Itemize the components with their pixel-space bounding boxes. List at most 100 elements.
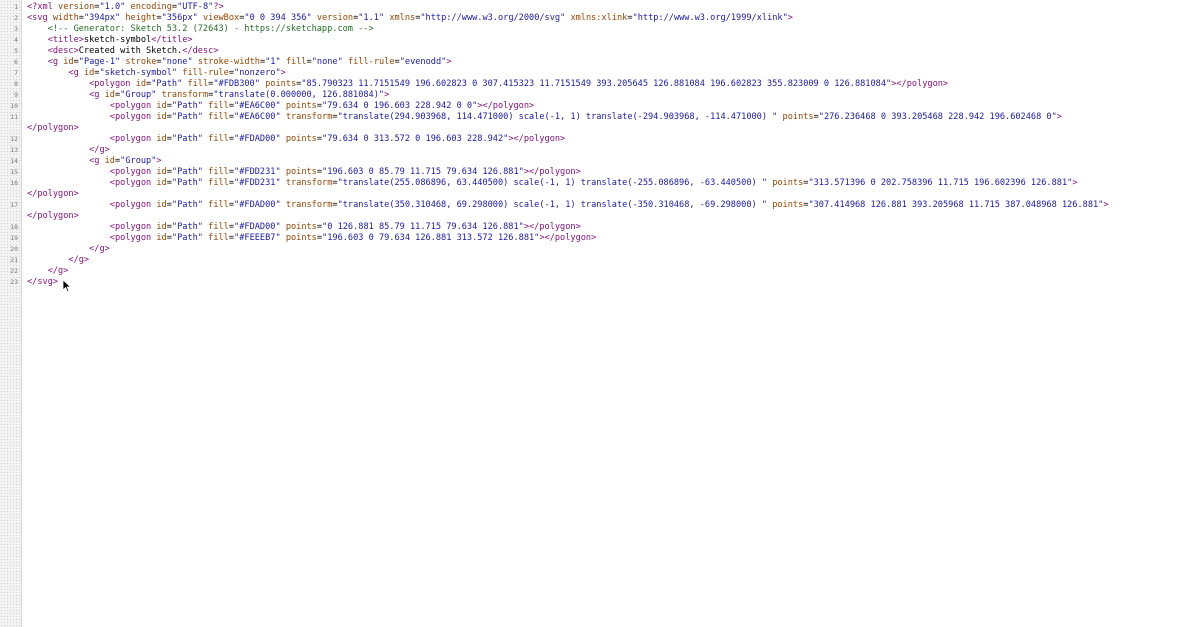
code-token-attr: id bbox=[63, 57, 74, 67]
code-token-val: "nonzero" bbox=[234, 68, 281, 78]
code-line[interactable]: 1 <?xml version="1.0" encoding="UTF-8"?> bbox=[0, 2, 1200, 13]
code-token-attr: fill bbox=[208, 200, 229, 210]
code-token-tag: </g> bbox=[68, 255, 90, 265]
code-line[interactable]: </polygon> bbox=[0, 211, 1200, 222]
code-line[interactable]: 17 <polygon id="Path" fill="#FDAD00" tra… bbox=[0, 200, 1200, 211]
code-line[interactable]: 18 <polygon id="Path" fill="#FDAD00" poi… bbox=[0, 222, 1200, 233]
code-line[interactable]: 19 <polygon id="Path" fill="#FEEEB7" poi… bbox=[0, 233, 1200, 244]
code-text: <polygon id="Path" fill="#FDAD00" transf… bbox=[27, 200, 1109, 211]
code-token-attr: fill bbox=[208, 233, 229, 243]
code-line[interactable]: 6 <g id="Page-1" stroke="none" stroke-wi… bbox=[0, 57, 1200, 68]
line-number: 9 bbox=[14, 91, 18, 99]
code-token-tag: <g bbox=[89, 90, 105, 100]
code-line[interactable]: 20 </g> bbox=[0, 244, 1200, 255]
code-token-comment: <!-- Generator: Sketch 53.2 (72643) - ht… bbox=[47, 24, 374, 34]
code-text: <polygon id="Path" fill="#FDD231" points… bbox=[27, 167, 581, 178]
code-token-tag: <polygon bbox=[89, 79, 136, 89]
code-token-tag: <g bbox=[47, 57, 64, 67]
line-number: 10 bbox=[10, 102, 18, 110]
code-line[interactable]: 15 <polygon id="Path" fill="#FDD231" poi… bbox=[0, 167, 1200, 178]
code-line[interactable]: 13 </g> bbox=[0, 145, 1200, 156]
line-number: 19 bbox=[10, 234, 18, 242]
code-token-tag: </polygon> bbox=[27, 123, 79, 133]
code-token-attr: id bbox=[156, 222, 167, 232]
code-text: <polygon id="Path" fill="#FDB300" points… bbox=[27, 79, 948, 90]
code-token-val: "Path" bbox=[171, 233, 203, 243]
code-token-tag: ></polygon> bbox=[891, 79, 949, 89]
code-token-val: "#FDAD00" bbox=[234, 222, 281, 232]
code-token-attr: fill bbox=[208, 222, 229, 232]
code-token-tag: <polygon bbox=[109, 112, 157, 122]
code-text: </g> bbox=[27, 255, 89, 266]
code-token-val: "#EA6C00" bbox=[234, 112, 281, 122]
code-text: <svg width="394px" height="356px" viewBo… bbox=[27, 13, 793, 24]
code-line[interactable]: </polygon> bbox=[0, 189, 1200, 200]
code-token-val: "1.0" bbox=[99, 2, 126, 12]
code-text: <g id="Group" transform="translate(0.000… bbox=[27, 90, 389, 101]
code-token-val: "0 0 394 356" bbox=[244, 13, 312, 23]
code-token-tag: <polygon bbox=[109, 134, 157, 144]
code-token-attr: fill bbox=[208, 178, 229, 188]
code-token-attr: points bbox=[285, 101, 317, 111]
code-token-attr: fill-rule bbox=[347, 57, 395, 67]
code-token-val: "Group" bbox=[120, 90, 157, 100]
code-token-val: "Path" bbox=[171, 112, 203, 122]
code-token-attr: transform bbox=[161, 90, 209, 100]
code-line[interactable]: 8 <polygon id="Path" fill="#FDB300" poin… bbox=[0, 79, 1200, 90]
code-line[interactable]: 12 <polygon id="Path" fill="#FDAD00" poi… bbox=[0, 134, 1200, 145]
code-token-attr: points bbox=[772, 200, 804, 210]
code-token-attr: points bbox=[285, 134, 317, 144]
line-number: 14 bbox=[10, 157, 18, 165]
code-token-attr: fill bbox=[208, 101, 229, 111]
code-text: </g> bbox=[27, 266, 69, 277]
code-line[interactable]: 7 <g id="sketch-symbol" fill-rule="nonze… bbox=[0, 68, 1200, 79]
code-token-attr: points bbox=[285, 233, 317, 243]
code-text: <polygon id="Path" fill="#FDAD00" points… bbox=[27, 222, 581, 233]
code-editor[interactable]: 1 <?xml version="1.0" encoding="UTF-8"?> 2… bbox=[0, 0, 1200, 627]
code-token-tag: ></polygon> bbox=[508, 134, 566, 144]
line-number: 15 bbox=[10, 168, 18, 176]
code-line[interactable]: 3 <!-- Generator: Sketch 53.2 (72643) - … bbox=[0, 24, 1200, 35]
code-token-val: "#FDAD00" bbox=[234, 134, 281, 144]
line-number: 13 bbox=[10, 146, 18, 154]
line-number: 2 bbox=[14, 14, 18, 22]
code-token-val: "#EA6C00" bbox=[234, 101, 281, 111]
code-line[interactable]: 16 <polygon id="Path" fill="#FDD231" tra… bbox=[0, 178, 1200, 189]
code-token-val: "none" bbox=[161, 57, 193, 67]
code-line[interactable]: 4 <title>sketch-symbol</title> bbox=[0, 35, 1200, 46]
code-token-val: "313.571396 0 202.758396 11.715 196.6023… bbox=[808, 178, 1073, 188]
code-line[interactable]: 21 </g> bbox=[0, 255, 1200, 266]
code-token-val: "307.414968 126.881 393.205968 11.715 38… bbox=[808, 200, 1104, 210]
code-token-val: "394px" bbox=[83, 13, 121, 23]
code-line[interactable]: 14 <g id="Group"> bbox=[0, 156, 1200, 167]
code-token-attr: xmlns:xlink bbox=[570, 13, 628, 23]
code-token-val: "translate(255.086896, 63.440500) scale(… bbox=[337, 178, 768, 188]
code-line[interactable]: 10 <polygon id="Path" fill="#EA6C00" poi… bbox=[0, 101, 1200, 112]
code-line[interactable]: 9 <g id="Group" transform="translate(0.0… bbox=[0, 90, 1200, 101]
code-token-attr: height bbox=[125, 13, 157, 23]
code-area[interactable]: 1 <?xml version="1.0" encoding="UTF-8"?> 2… bbox=[10, 0, 1200, 627]
code-line[interactable]: 23 </svg> bbox=[0, 277, 1200, 288]
code-token-text: sketch-symbol bbox=[83, 35, 152, 45]
code-line[interactable]: 2 <svg width="394px" height="356px" viewB… bbox=[0, 13, 1200, 24]
code-token-attr: points bbox=[772, 178, 804, 188]
code-token-val: "UTF-8" bbox=[177, 2, 214, 12]
code-token-val: "Group" bbox=[120, 156, 157, 166]
code-line[interactable]: </polygon> bbox=[0, 123, 1200, 134]
code-line[interactable]: 5 <desc>Created with Sketch.</desc> bbox=[0, 46, 1200, 57]
code-token-tag: ></polygon> bbox=[523, 222, 581, 232]
code-token-attr: stroke bbox=[125, 57, 157, 67]
code-token-attr: id bbox=[83, 68, 95, 78]
code-text: <!-- Generator: Sketch 53.2 (72643) - ht… bbox=[27, 24, 374, 35]
code-line[interactable]: 22 </g> bbox=[0, 266, 1200, 277]
code-token-tag: <polygon bbox=[109, 233, 157, 243]
code-token-tag: > bbox=[446, 57, 452, 67]
code-token-tag: </polygon> bbox=[27, 189, 79, 199]
code-line[interactable]: 11 <polygon id="Path" fill="#EA6C00" tra… bbox=[0, 112, 1200, 123]
line-number: 8 bbox=[14, 80, 18, 88]
